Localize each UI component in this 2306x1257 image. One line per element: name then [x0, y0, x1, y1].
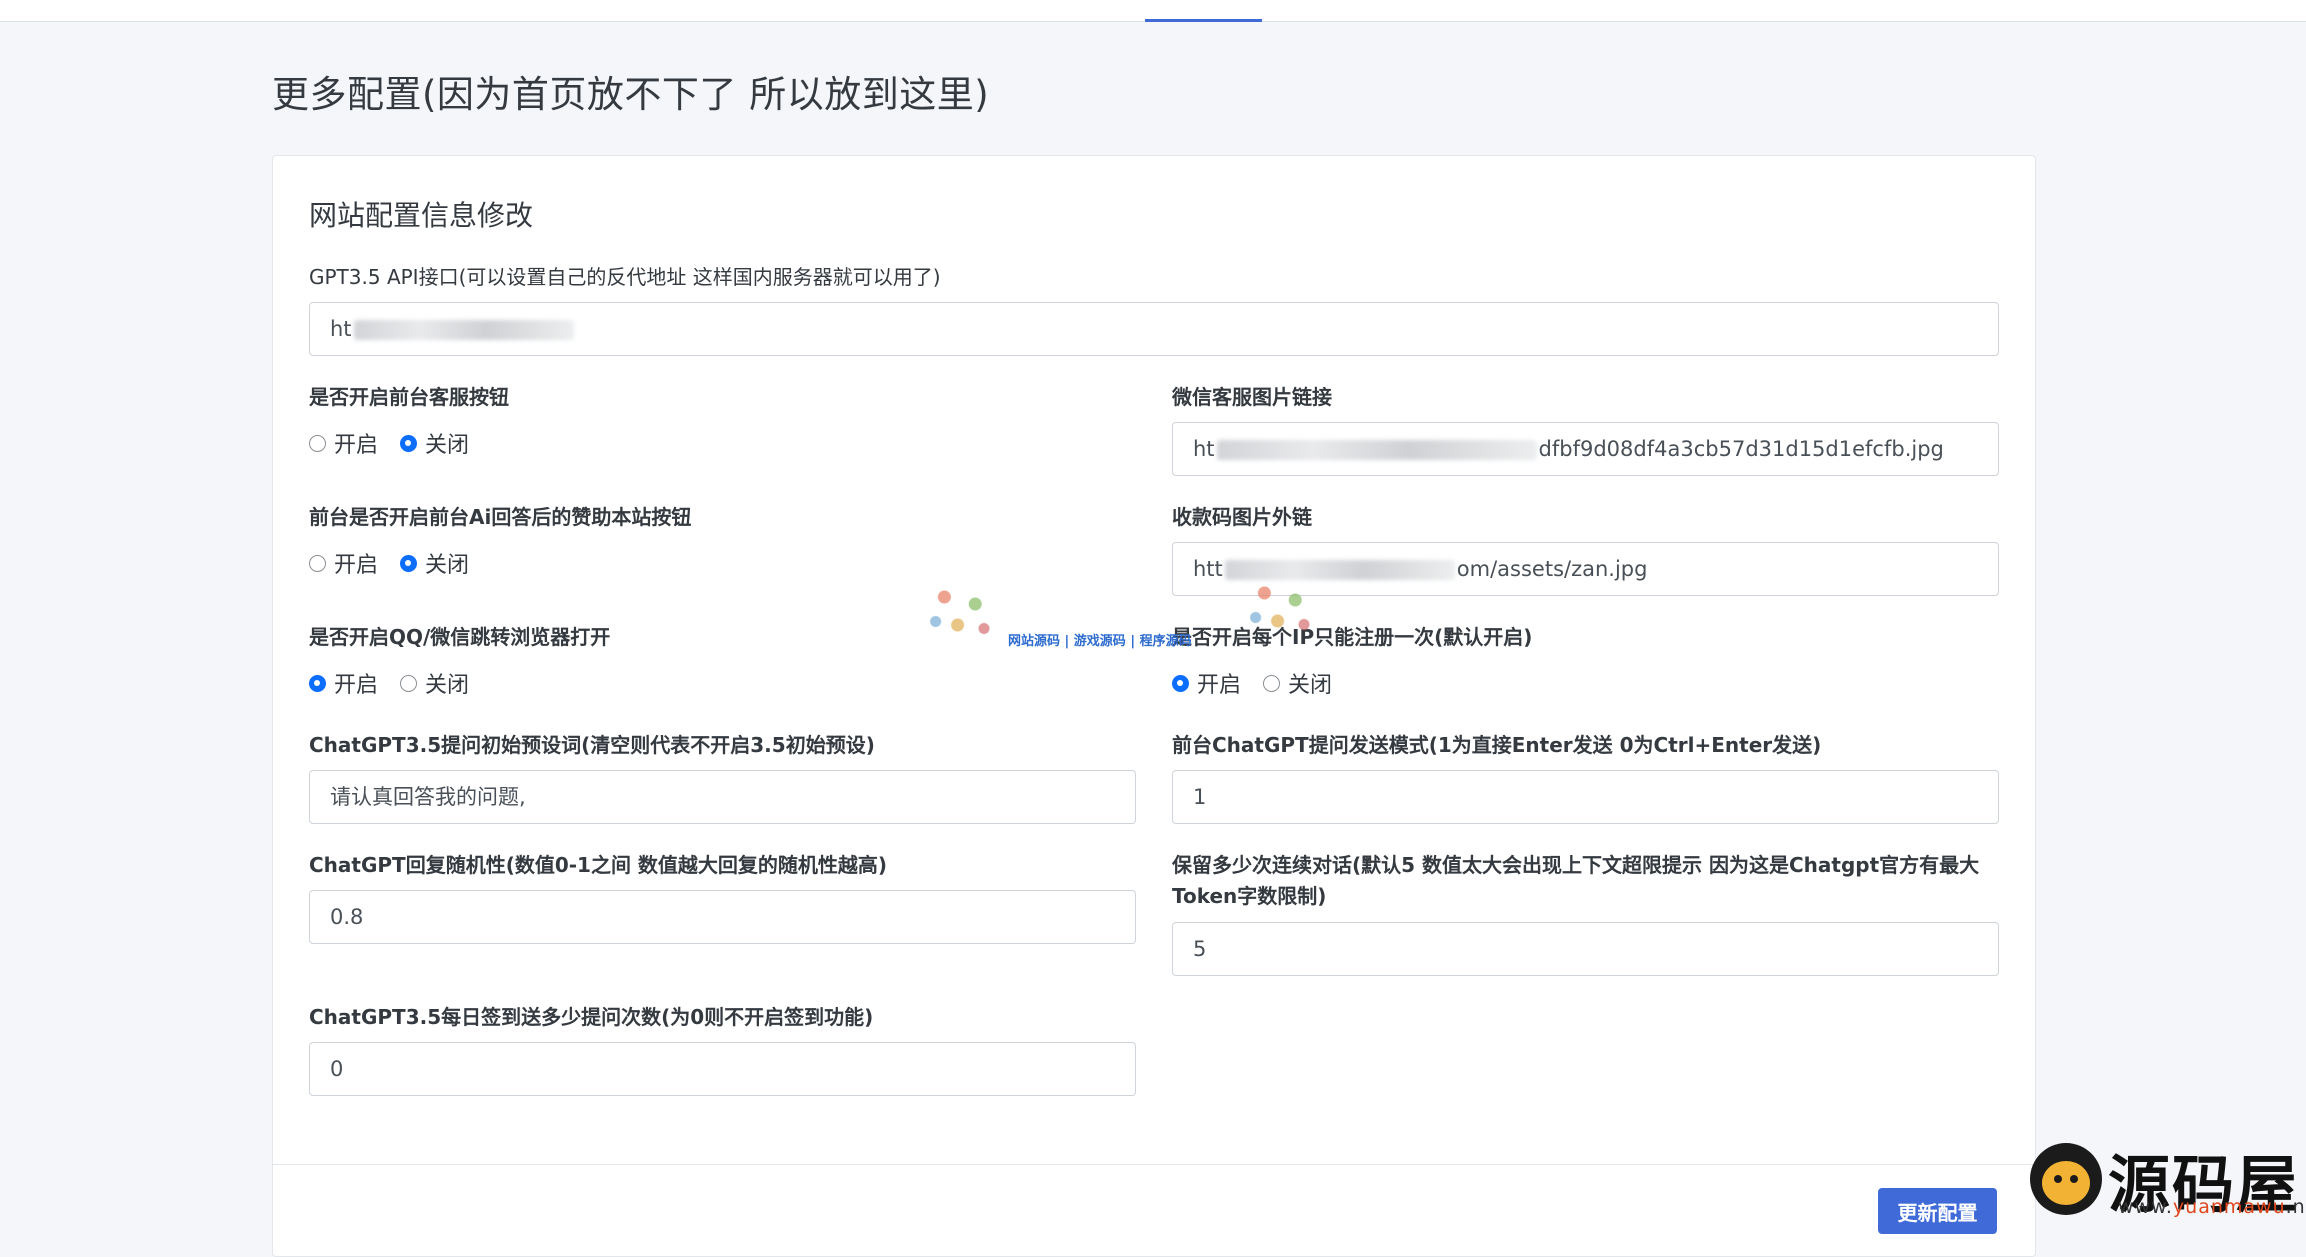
redacted-blur: [353, 320, 574, 340]
card-footer-divider: [273, 1164, 2035, 1165]
sponsor-button-off-option[interactable]: 关闭: [400, 547, 469, 579]
kefu-button-label: 是否开启前台客服按钮: [309, 385, 509, 409]
update-config-button[interactable]: 更新配置: [1878, 1188, 1997, 1234]
ip-register-radio-group: 开启 关闭: [1172, 667, 1354, 699]
context-count-input[interactable]: 5: [1172, 922, 1999, 976]
option-label: 关闭: [425, 673, 470, 698]
ip-register-on-option[interactable]: 开启: [1172, 667, 1241, 699]
send-mode-label: 前台ChatGPT提问发送模式(1为直接Enter发送 0为Ctrl+Enter…: [1172, 733, 1822, 757]
qq-browser-radio-group: 开启 关闭: [309, 667, 491, 699]
option-label: 开启: [1197, 673, 1242, 698]
randomness-input[interactable]: 0.8: [309, 890, 1136, 944]
wechat-image-value-suffix: dfbf9d08df4a3cb57d31d15d1efcfb.jpg: [1538, 437, 1944, 461]
qq-browser-on-option[interactable]: 开启: [309, 667, 378, 699]
qq-browser-label: 是否开启QQ/微信跳转浏览器打开: [309, 625, 611, 649]
preset-prompt-label: ChatGPT3.5提问初始预设词(清空则代表不开启3.5初始预设): [309, 733, 875, 757]
option-label: 关闭: [425, 433, 470, 458]
radio-unchecked-icon[interactable]: [309, 434, 326, 452]
kefu-button-radio-group: 开启 关闭: [309, 427, 491, 459]
option-label: 开启: [334, 433, 379, 458]
option-label: 关闭: [425, 553, 470, 578]
context-count-label-line2: Token字数限制): [1172, 884, 1327, 908]
ip-register-label: 是否开启每个IP只能注册一次(默认开启): [1172, 625, 1533, 649]
api-endpoint-label: GPT3.5 API接口(可以设置自己的反代地址 这样国内服务器就可以用了): [309, 265, 941, 289]
redacted-blur: [1216, 440, 1537, 460]
payment-image-label: 收款码图片外链: [1172, 505, 1312, 529]
signin-label: ChatGPT3.5每日签到送多少提问次数(为0则不开启签到功能): [309, 1005, 874, 1029]
radio-unchecked-icon[interactable]: [1263, 674, 1281, 692]
redacted-blur: [1224, 560, 1455, 580]
top-navbar: [0, 0, 2306, 22]
radio-checked-icon[interactable]: [309, 674, 326, 692]
radio-checked-icon[interactable]: [1172, 674, 1189, 692]
api-endpoint-value-prefix: ht: [330, 317, 352, 341]
radio-checked-icon[interactable]: [400, 434, 418, 452]
page-title: 更多配置(因为首页放不下了 所以放到这里): [272, 73, 990, 116]
wechat-image-value-prefix: ht: [1193, 437, 1215, 461]
context-count-label-line1: 保留多少次连续对话(默认5 数值太大会出现上下文超限提示 因为这是Chatgpt…: [1172, 853, 1980, 877]
sponsor-button-label: 前台是否开启前台Ai回答后的赞助本站按钮: [309, 505, 692, 529]
option-label: 开启: [334, 673, 379, 698]
option-label: 关闭: [1288, 673, 1333, 698]
settings-card: 网站配置信息修改 GPT3.5 API接口(可以设置自己的反代地址 这样国内服务…: [272, 155, 2036, 1257]
monkey-icon: [2030, 1143, 2102, 1215]
preset-prompt-input[interactable]: 请认真回答我的问题,: [309, 770, 1136, 824]
kefu-button-on-option[interactable]: 开启: [309, 427, 378, 459]
sponsor-button-on-option[interactable]: 开启: [309, 547, 378, 579]
radio-unchecked-icon[interactable]: [400, 674, 418, 692]
payment-image-value-prefix: htt: [1193, 557, 1223, 581]
wechat-image-label: 微信客服图片链接: [1172, 385, 1332, 409]
payment-image-input[interactable]: htt om/assets/zan.jpg: [1172, 542, 1999, 596]
radio-unchecked-icon[interactable]: [309, 554, 326, 572]
randomness-label: ChatGPT回复随机性(数值0-1之间 数值越大回复的随机性越高): [309, 853, 888, 877]
option-label: 开启: [334, 553, 379, 578]
api-endpoint-input[interactable]: ht: [309, 302, 1999, 356]
qq-browser-off-option[interactable]: 关闭: [400, 667, 469, 699]
radio-checked-icon[interactable]: [400, 554, 418, 572]
site-logo: 源码屋 www.yuanmawu.net: [2030, 1138, 2306, 1221]
kefu-button-off-option[interactable]: 关闭: [400, 427, 469, 459]
logo-url: www.yuanmawu.net: [2118, 1196, 2306, 1218]
active-tab-indicator: [1145, 19, 1262, 22]
ip-register-off-option[interactable]: 关闭: [1263, 667, 1332, 699]
sponsor-button-radio-group: 开启 关闭: [309, 547, 491, 579]
wechat-image-input[interactable]: ht dfbf9d08df4a3cb57d31d15d1efcfb.jpg: [1172, 422, 1999, 476]
payment-image-value-suffix: om/assets/zan.jpg: [1456, 557, 1648, 581]
send-mode-input[interactable]: 1: [1172, 770, 1999, 824]
signin-input[interactable]: 0: [309, 1042, 1136, 1096]
card-title: 网站配置信息修改: [309, 199, 534, 232]
